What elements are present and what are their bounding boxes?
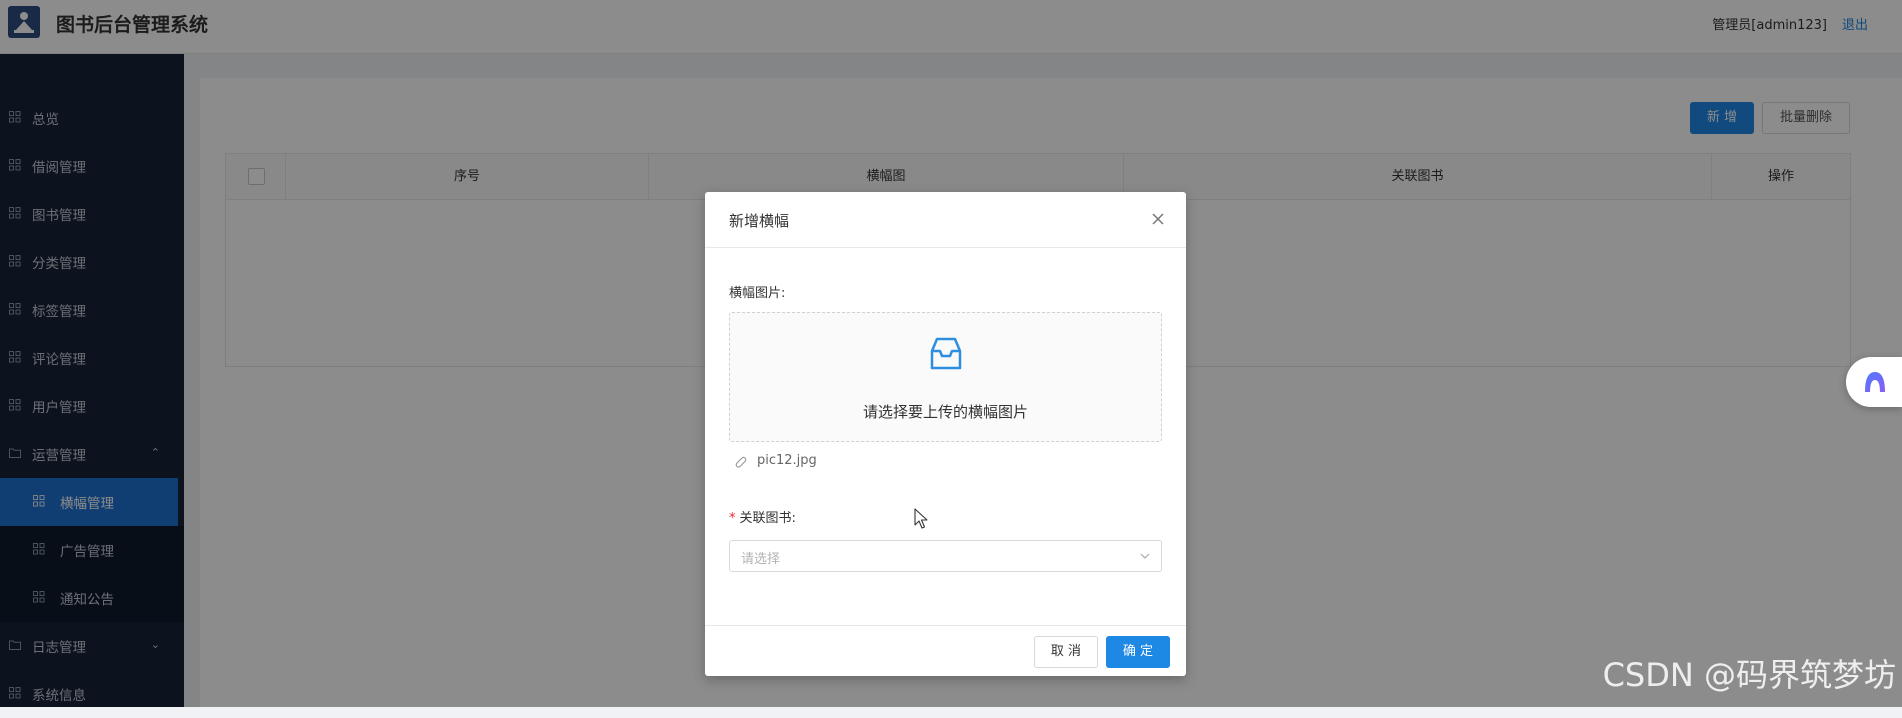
add-banner-dialog: 新增横幅 横幅图片: 请选择要上传的横幅图片 pic12.jpg * 关联图书: …: [705, 192, 1186, 676]
mouse-cursor-icon: [914, 508, 928, 529]
image-field-label: 横幅图片:: [729, 286, 786, 301]
assistant-icon: [1865, 372, 1885, 392]
dialog-footer: 取 消 确 定: [705, 625, 1186, 677]
confirm-button[interactable]: 确 定: [1106, 636, 1170, 668]
required-asterisk: *: [729, 511, 736, 526]
paperclip-icon: [735, 456, 747, 468]
book-field-label: * 关联图书:: [729, 507, 796, 526]
select-placeholder: 请选择: [741, 552, 781, 567]
book-field-label-text: 关联图书:: [739, 511, 796, 526]
linked-book-select[interactable]: 请选择: [729, 540, 1162, 572]
image-upload-dropzone[interactable]: 请选择要上传的横幅图片: [729, 312, 1162, 442]
upload-hint: 请选择要上传的横幅图片: [862, 403, 1028, 421]
floating-assistant-button[interactable]: [1846, 357, 1902, 407]
cancel-button[interactable]: 取 消: [1034, 636, 1098, 668]
watermark-text: CSDN @码界筑梦坊: [1602, 656, 1896, 694]
chevron-down-icon: [1140, 553, 1150, 559]
close-icon[interactable]: [1150, 211, 1166, 227]
dialog-title: 新增横幅: [729, 212, 790, 230]
uploaded-file-name: pic12.jpg: [757, 453, 817, 468]
dialog-header: 新增横幅: [705, 192, 1186, 248]
inbox-icon: [930, 337, 962, 370]
